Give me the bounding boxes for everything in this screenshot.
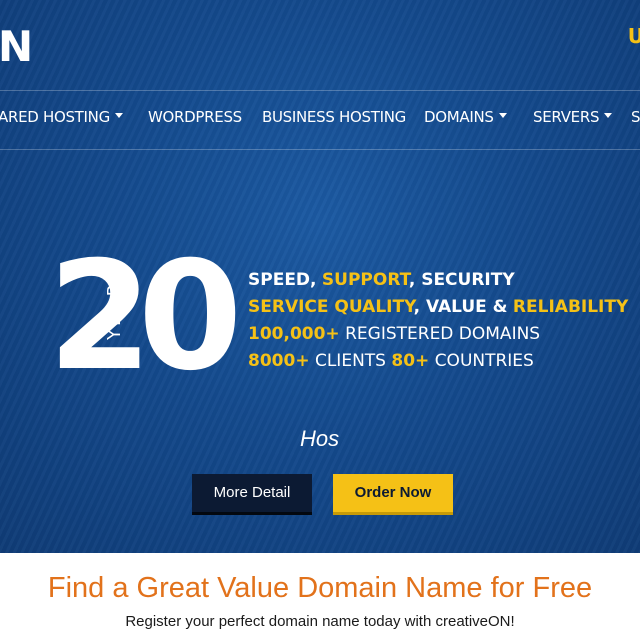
nav-item-wordpress[interactable]: WORDPRESS [148, 108, 242, 126]
site-logo[interactable]: N [0, 22, 33, 71]
chevron-down-icon [604, 113, 613, 118]
years-number-first-digit: 2 [48, 230, 152, 404]
chevron-down-icon [498, 113, 507, 118]
nav-item-partial[interactable]: S [631, 108, 640, 126]
order-now-button[interactable]: Order Now [333, 474, 453, 515]
domain-subheadline: Register your perfect domain name today … [125, 613, 515, 630]
chevron-down-icon [114, 113, 123, 118]
nav-item-domains[interactable]: DOMAINS [424, 108, 507, 126]
more-detail-button[interactable]: More Detail [192, 474, 312, 515]
nav-divider-top [0, 90, 640, 91]
main-nav: ARED HOSTING WORDPRESS BUSINESS HOSTING … [0, 108, 640, 128]
feature-line-4: 8000+ CLIENTS 80+ COUNTRIES [248, 351, 534, 371]
feature-line-3: 100,000+ REGISTERED DOMAINS [248, 324, 541, 344]
years-label: YEARS [104, 266, 125, 340]
typing-text: Hos [300, 426, 340, 451]
feature-line-2: SERVICE QUALITY, VALUE & RELIABILITY [248, 297, 629, 317]
nav-divider-bottom [0, 149, 640, 150]
nav-item-servers[interactable]: SERVERS [533, 108, 613, 126]
top-right-link[interactable]: U [628, 24, 640, 48]
nav-item-shared-hosting[interactable]: ARED HOSTING [0, 108, 123, 126]
domain-headline: Find a Great Value Domain Name for Free [47, 572, 593, 604]
nav-item-business-hosting[interactable]: BUSINESS HOSTING [262, 108, 406, 126]
years-number-second-digit: 0 [138, 230, 243, 404]
feature-line-1: SPEED, SUPPORT, SECURITY [248, 270, 515, 290]
hero-banner: N U ARED HOSTING WORDPRESS BUSINESS HOST… [0, 0, 640, 553]
